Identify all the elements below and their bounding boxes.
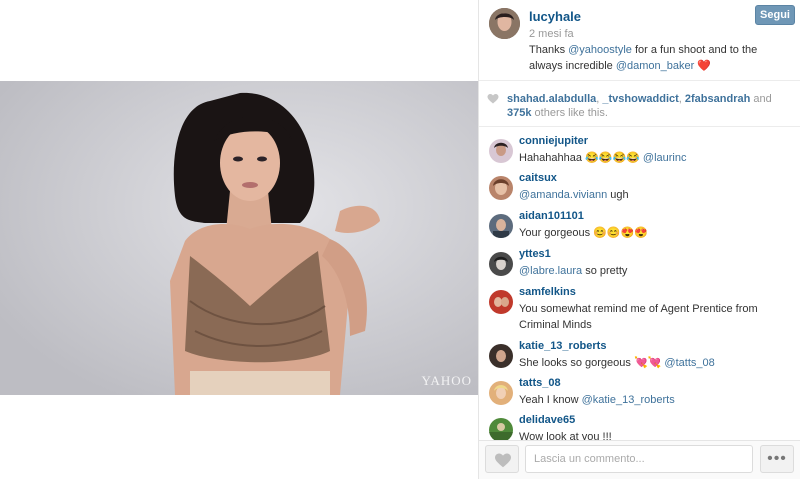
commenter-username[interactable]: katie_13_roberts	[519, 340, 606, 352]
comment-body-after: so pretty	[582, 265, 628, 277]
follow-button[interactable]: Segui	[755, 5, 795, 25]
comment-text: Yeah I know @katie_13_roberts	[519, 392, 789, 408]
commenter-avatar[interactable]	[489, 139, 513, 163]
more-options-button[interactable]: •••	[760, 445, 794, 473]
like-button[interactable]	[485, 445, 519, 473]
commenter-avatar[interactable]	[489, 290, 513, 314]
comment-text: @labre.laura so pretty	[519, 263, 789, 279]
comment-mention[interactable]: @amanda.viviann	[519, 189, 607, 201]
avatar-image	[489, 8, 520, 39]
commenter-avatar[interactable]	[489, 176, 513, 200]
commenter-avatar[interactable]	[489, 344, 513, 368]
likes-summary: shahad.alabdulla, _tvshowaddict, 2fabsan…	[479, 81, 800, 127]
commenter-username[interactable]: conniejupiter	[519, 135, 588, 147]
commenter-username[interactable]: aidan101101	[519, 210, 584, 222]
commenter-username[interactable]: tatts_08	[519, 377, 561, 389]
comment-text: Wow look at you !!!	[519, 429, 789, 440]
owner-avatar[interactable]	[489, 8, 520, 39]
ellipsis-icon: •••	[767, 450, 787, 467]
post-sidebar: lucyhale 2 mesi fa Thanks @yahoostyle fo…	[478, 0, 800, 479]
comment-body: You somewhat remind me of Agent Prentice…	[519, 303, 758, 331]
avatar-image	[489, 252, 513, 276]
comment-body: Wow look at you !!!	[519, 431, 612, 440]
caption-mention[interactable]: @yahoostyle	[568, 44, 632, 56]
likes-count[interactable]: 375k	[507, 107, 531, 119]
likes-suffix: others like this.	[531, 107, 608, 119]
comment-body: She looks so gorgeous 💘💘	[519, 357, 665, 369]
liker-username[interactable]: shahad.alabdulla	[507, 93, 596, 105]
owner-username[interactable]: lucyhale	[529, 9, 581, 24]
avatar-image	[489, 418, 513, 440]
commenter-avatar[interactable]	[489, 381, 513, 405]
photo-watermark: YAHOO	[421, 373, 472, 388]
portrait-illustration	[0, 81, 478, 395]
post-time: 2 mesi fa	[529, 28, 574, 40]
photo-pane: YAHOO	[0, 0, 478, 479]
commenter-username[interactable]: samfelkins	[519, 286, 576, 298]
comment-input[interactable]	[525, 445, 753, 473]
avatar-image	[489, 290, 513, 314]
comment-body: Hahahahhaa 😂😂😂😂	[519, 152, 643, 164]
post-photo[interactable]: YAHOO	[0, 81, 478, 395]
comment-text: @amanda.viviann ugh	[519, 187, 789, 203]
commenter-avatar[interactable]	[489, 252, 513, 276]
liker-username[interactable]: _tvshowaddict	[602, 93, 678, 105]
comment-text: She looks so gorgeous 💘💘 @tatts_08	[519, 355, 789, 371]
comment-mention[interactable]: @labre.laura	[519, 265, 582, 277]
commenter-username[interactable]: yttes1	[519, 248, 551, 260]
avatar-image	[489, 176, 513, 200]
comment-mention[interactable]: @katie_13_roberts	[582, 394, 675, 406]
liker-username[interactable]: 2fabsandrah	[685, 93, 750, 105]
commenter-username[interactable]: caitsux	[519, 172, 557, 184]
likes-text: shahad.alabdulla, _tvshowaddict, 2fabsan…	[507, 92, 795, 120]
comment-text: You somewhat remind me of Agent Prentice…	[519, 301, 789, 333]
comment-body: Your gorgeous 😊😊😍😍	[519, 227, 648, 239]
avatar-image	[489, 381, 513, 405]
comment-body-after: ugh	[607, 189, 629, 201]
post-caption: Thanks @yahoostyle for a fun shoot and t…	[529, 42, 789, 74]
comment-text: Hahahahhaa 😂😂😂😂 @laurinc	[519, 150, 789, 166]
caption-text: Thanks	[529, 44, 569, 56]
caption-mention[interactable]: @damon_baker	[616, 60, 694, 72]
commenter-avatar[interactable]	[489, 214, 513, 238]
likes-and: and	[750, 93, 772, 105]
avatar-image	[489, 344, 513, 368]
commenter-username[interactable]: delidave65	[519, 414, 575, 426]
heart-emoji: ❤️	[697, 60, 712, 72]
avatar-image	[489, 139, 513, 163]
commenter-avatar[interactable]	[489, 418, 513, 440]
comment-mention[interactable]: @tatts_08	[664, 357, 714, 369]
comment-footer: •••	[479, 440, 800, 479]
comment-text: Your gorgeous 😊😊😍😍	[519, 225, 789, 241]
heart-icon	[487, 94, 499, 104]
heart-icon	[495, 453, 511, 468]
comment-mention[interactable]: @laurinc	[643, 152, 687, 164]
post-header: lucyhale 2 mesi fa Thanks @yahoostyle fo…	[479, 0, 800, 81]
comment-body: Yeah I know	[519, 394, 582, 406]
comments-list[interactable]: conniejupiter Hahahahhaa 😂😂😂😂 @laurinc c…	[479, 128, 800, 440]
avatar-image	[489, 214, 513, 238]
